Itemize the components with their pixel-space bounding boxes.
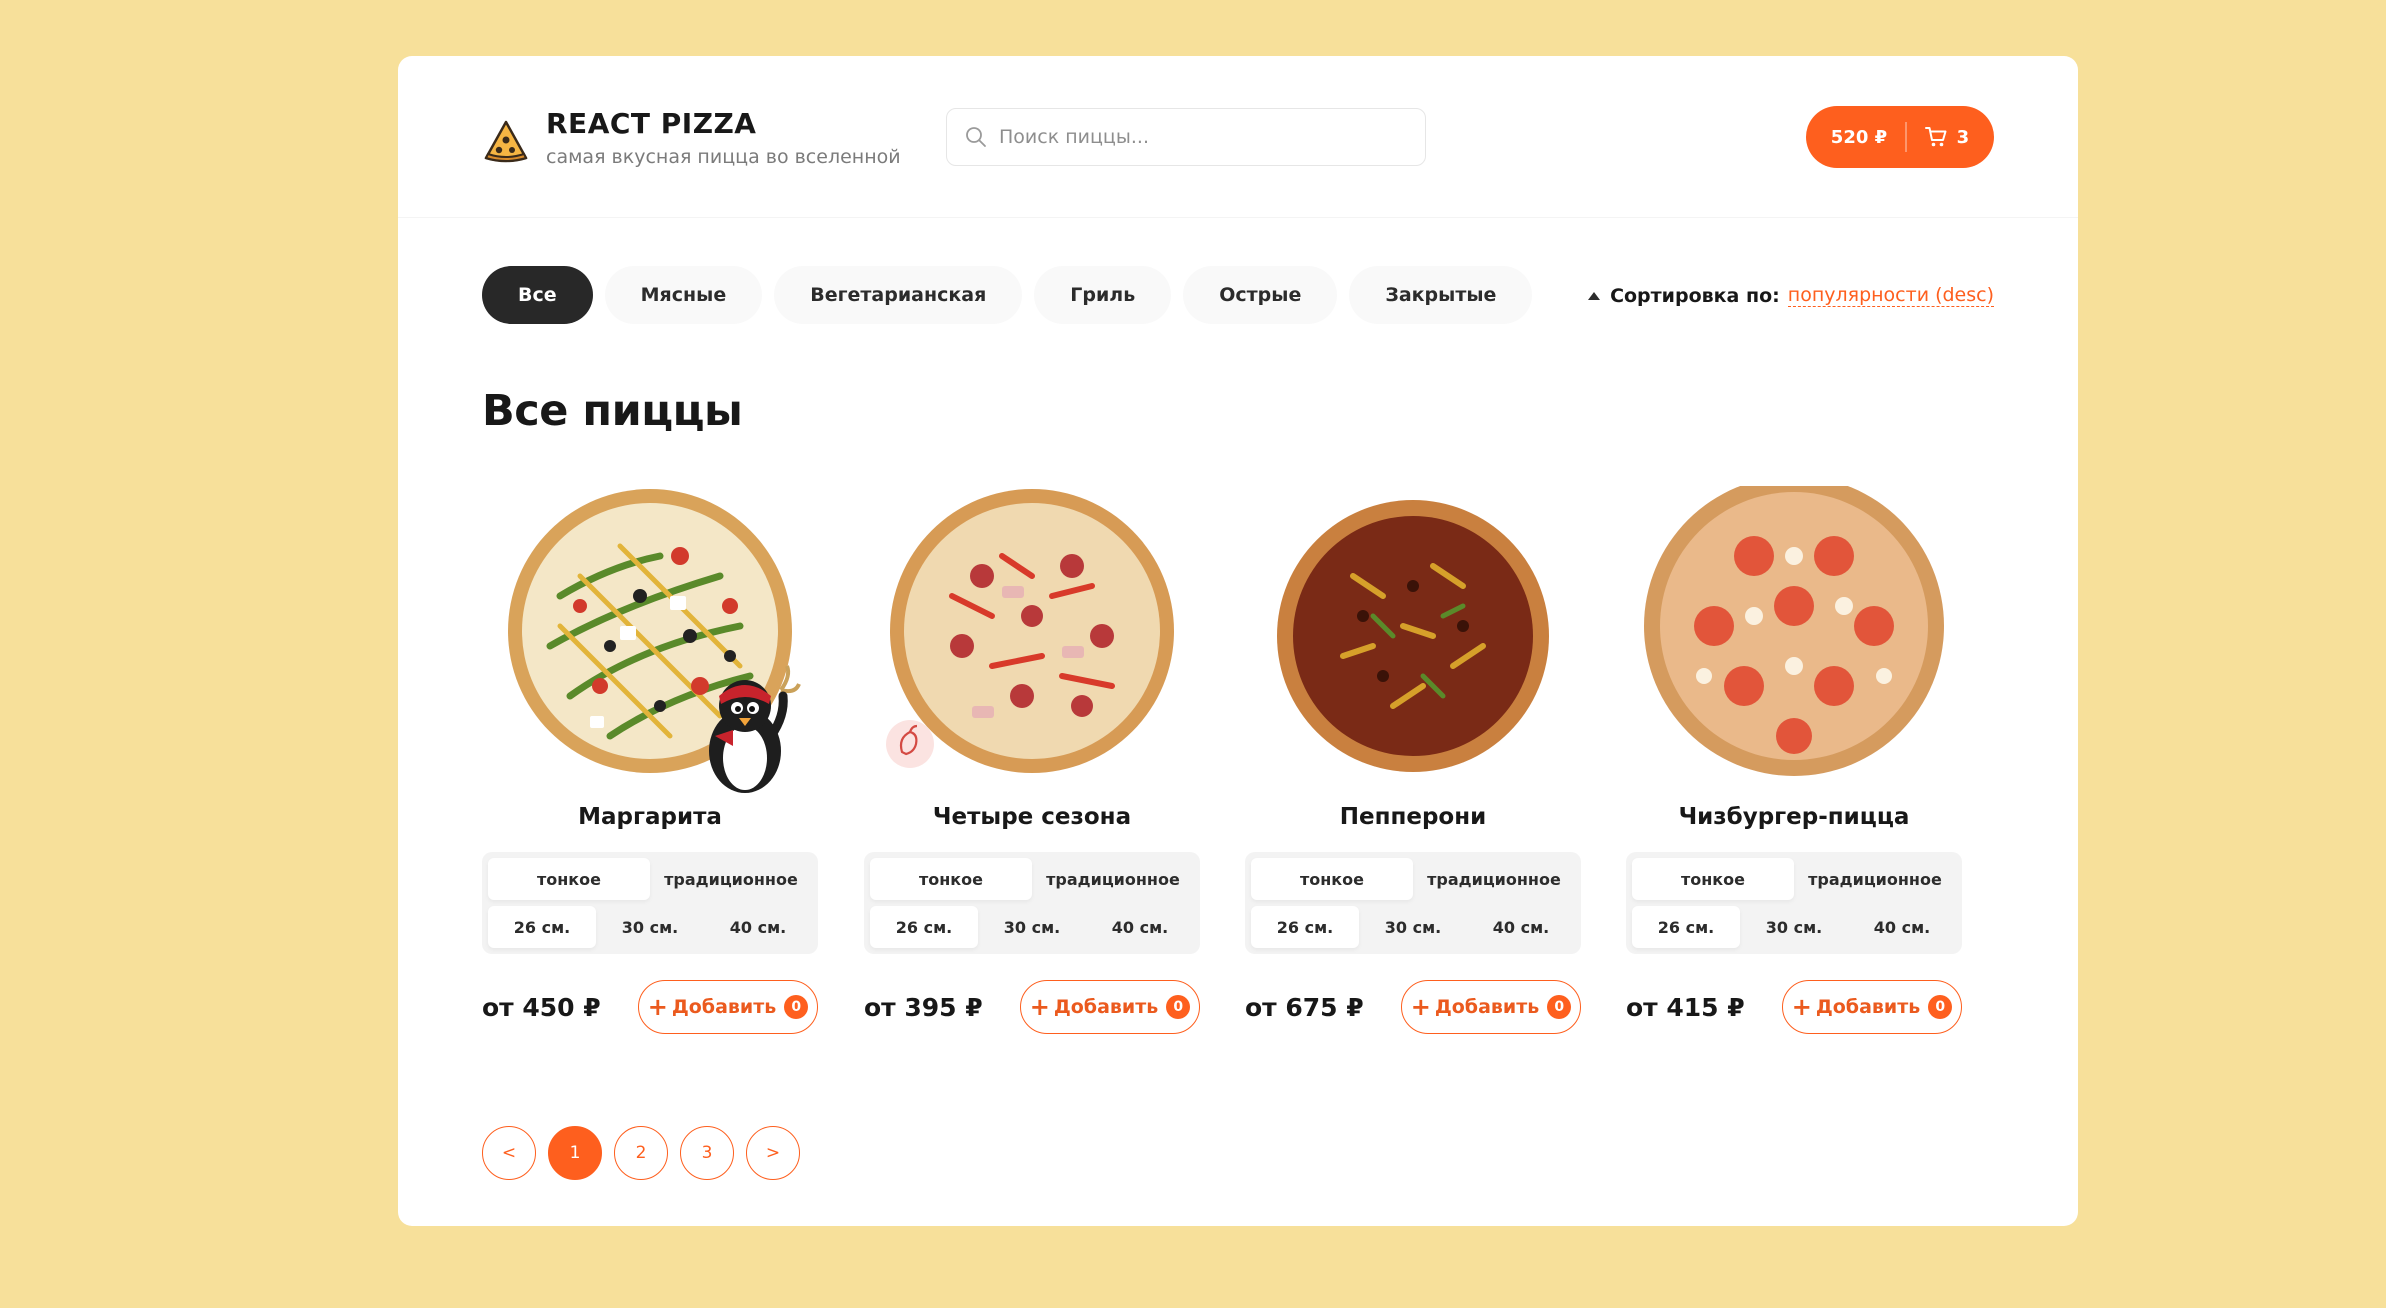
type-traditional-option[interactable]: традиционное (1032, 858, 1194, 900)
pizza-name: Пепперони (1339, 804, 1487, 830)
pizza-image-four-seasons (882, 486, 1182, 786)
pizza-options: тонкое традиционное 26 см. 30 см. 40 см. (864, 852, 1200, 954)
type-traditional-option[interactable]: традиционное (650, 858, 812, 900)
add-count-badge: 0 (1547, 995, 1572, 1019)
category-grill[interactable]: Гриль (1034, 266, 1172, 324)
sort-label: Сортировка по: (1610, 284, 1780, 307)
category-closed[interactable]: Закрытые (1349, 266, 1533, 324)
add-label: Добавить (1434, 996, 1540, 1018)
pizza-options: тонкое традиционное 26 см. 30 см. 40 см. (1626, 852, 1962, 954)
pizza-price: от 675 ₽ (1245, 992, 1364, 1022)
pizza-name: Маргарита (578, 804, 722, 830)
penguin-mascot-icon (709, 665, 801, 793)
page-3-button[interactable]: 3 (680, 1126, 734, 1180)
pizza-card: Пепперони тонкое традиционное 26 см. 30 … (1245, 486, 1581, 1034)
category-list: Все Мясные Вегетарианская Гриль Острые З… (482, 266, 1544, 324)
size-40-option[interactable]: 40 см. (704, 906, 812, 948)
pizza-card: Четыре сезона тонкое традиционное 26 см.… (864, 486, 1200, 1034)
spicy-badge-icon (886, 720, 934, 768)
size-40-option[interactable]: 40 см. (1467, 906, 1575, 948)
search-box (946, 108, 1426, 166)
pizza-image-margarita (500, 486, 801, 793)
size-40-option[interactable]: 40 см. (1086, 906, 1194, 948)
cart-total: 520 ₽ (1830, 126, 1888, 148)
pizza-logo-icon (484, 120, 528, 163)
pizza-price: от 395 ₽ (864, 992, 983, 1022)
cart-count: 3 (1956, 126, 1970, 148)
add-to-cart-button[interactable]: + Добавить 0 (1782, 980, 1962, 1034)
cart-button[interactable]: 520 ₽ 3 (1806, 106, 1994, 168)
pizza-price: от 415 ₽ (1626, 992, 1745, 1022)
type-thin-option[interactable]: тонкое (488, 858, 650, 900)
pizza-options: тонкое традиционное 26 см. 30 см. 40 см. (1245, 852, 1581, 954)
page-prev-button[interactable]: < (482, 1126, 536, 1180)
page-2-button[interactable]: 2 (614, 1126, 668, 1180)
plus-icon: + (647, 993, 668, 1021)
page-next-button[interactable]: > (746, 1126, 800, 1180)
search-icon (966, 127, 986, 147)
pizza-image-pepperoni (1263, 486, 1563, 786)
plus-icon: + (1029, 993, 1050, 1021)
plus-icon: + (1410, 993, 1431, 1021)
size-30-option[interactable]: 30 см. (1740, 906, 1848, 948)
page-1-button[interactable]: 1 (548, 1126, 602, 1180)
add-count-badge: 0 (1928, 995, 1953, 1019)
category-meat[interactable]: Мясные (604, 266, 763, 324)
category-spicy[interactable]: Острые (1183, 266, 1338, 324)
pizza-name: Четыре сезона (932, 804, 1132, 830)
pizza-image-cheeseburger (1644, 476, 1944, 786)
add-label: Добавить (671, 996, 777, 1018)
search-input[interactable] (999, 126, 1399, 148)
sort-control: Сортировка по: популярности (desc) (1588, 284, 1994, 307)
logo[interactable]: REACT PIZZA самая вкусная пицца во вселе… (482, 108, 901, 168)
add-to-cart-button[interactable]: + Добавить 0 (638, 980, 818, 1034)
size-30-option[interactable]: 30 см. (978, 906, 1086, 948)
pizza-name: Чизбургер-пицца (1678, 804, 1910, 830)
add-count-badge: 0 (784, 995, 809, 1019)
size-26-option[interactable]: 26 см. (870, 906, 978, 948)
type-thin-option[interactable]: тонкое (1251, 858, 1413, 900)
pizza-options: тонкое традиционное 26 см. 30 см. 40 см. (482, 852, 818, 954)
sort-value[interactable]: популярности (desc) (1787, 284, 1994, 307)
category-vegetarian[interactable]: Вегетарианская (774, 266, 1023, 324)
type-thin-option[interactable]: тонкое (1632, 858, 1794, 900)
main-wrapper: REACT PIZZA самая вкусная пицца во вселе… (398, 56, 2078, 1226)
pizza-card: Маргарита тонкое традиционное 26 см. 30 … (482, 486, 818, 1034)
add-count-badge: 0 (1166, 995, 1191, 1019)
size-30-option[interactable]: 30 см. (596, 906, 704, 948)
page-heading: Все пиццы (482, 386, 743, 436)
pizza-card: Чизбургер-пицца тонкое традиционное 26 с… (1626, 476, 1962, 1034)
add-to-cart-button[interactable]: + Добавить 0 (1020, 980, 1200, 1034)
sort-arrow-icon[interactable] (1588, 291, 1601, 300)
add-label: Добавить (1815, 996, 1921, 1018)
size-30-option[interactable]: 30 см. (1359, 906, 1467, 948)
type-traditional-option[interactable]: традиционное (1794, 858, 1956, 900)
pizza-price: от 450 ₽ (482, 992, 601, 1022)
category-all[interactable]: Все (482, 266, 593, 324)
app-subtitle: самая вкусная пицца во вселенной (546, 146, 901, 168)
cart-divider (1905, 122, 1907, 152)
size-26-option[interactable]: 26 см. (1251, 906, 1359, 948)
size-26-option[interactable]: 26 см. (488, 906, 596, 948)
pagination: < 1 2 3 > (482, 1126, 812, 1180)
type-thin-option[interactable]: тонкое (870, 858, 1032, 900)
add-label: Добавить (1053, 996, 1159, 1018)
size-40-option[interactable]: 40 см. (1848, 906, 1956, 948)
app-title: REACT PIZZA (546, 107, 757, 140)
cart-icon (1924, 127, 1947, 147)
type-traditional-option[interactable]: традиционное (1413, 858, 1575, 900)
header: REACT PIZZA самая вкусная пицца во вселе… (398, 56, 2078, 218)
plus-icon: + (1791, 993, 1812, 1021)
size-26-option[interactable]: 26 см. (1632, 906, 1740, 948)
add-to-cart-button[interactable]: + Добавить 0 (1401, 980, 1581, 1034)
